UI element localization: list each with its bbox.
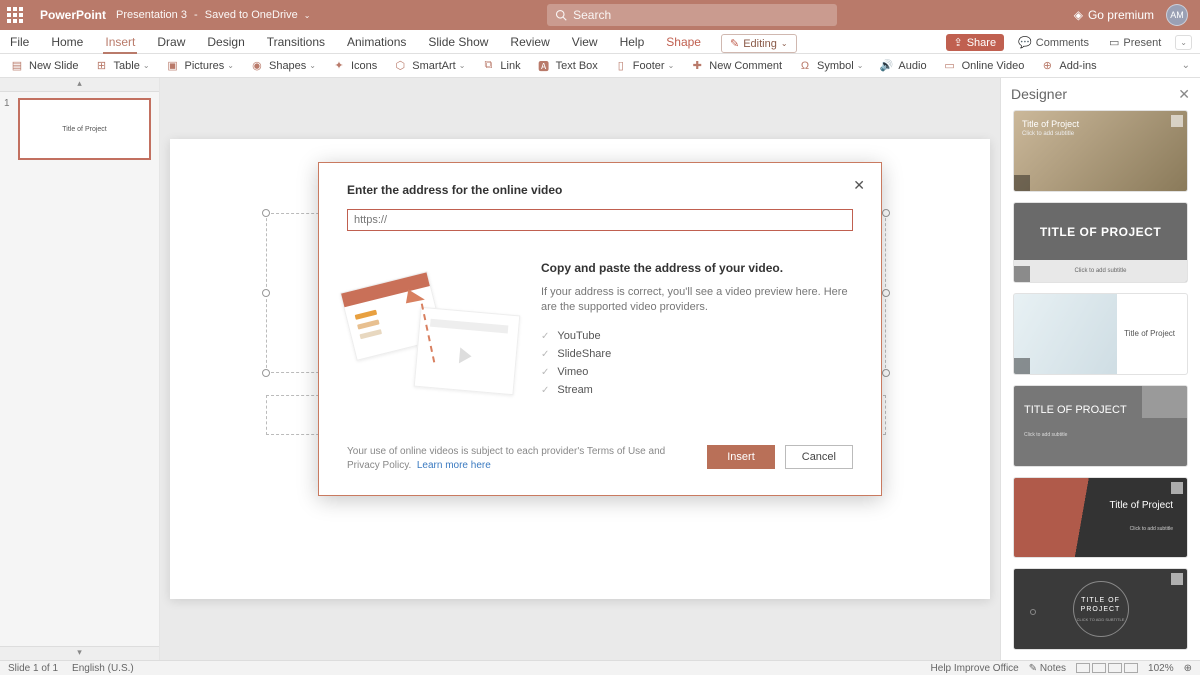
dialog-heading: Copy and paste the address of your video… xyxy=(541,261,853,275)
provider-vimeo: ✓Vimeo xyxy=(541,363,853,381)
provider-stream: ✓Stream xyxy=(541,381,853,399)
dialog-illustration xyxy=(347,261,517,411)
insert-button[interactable]: Insert xyxy=(707,445,775,469)
cancel-button[interactable]: Cancel xyxy=(785,445,853,469)
learn-more-link[interactable]: Learn more here xyxy=(417,460,491,471)
check-icon: ✓ xyxy=(541,385,549,396)
provider-youtube: ✓YouTube xyxy=(541,327,853,345)
online-video-dialog: ✕ Enter the address for the online video… xyxy=(318,162,882,496)
provider-slideshare: ✓SlideShare xyxy=(541,345,853,363)
dialog-overlay: ✕ Enter the address for the online video… xyxy=(0,0,1200,675)
check-icon: ✓ xyxy=(541,349,549,360)
close-icon[interactable]: ✕ xyxy=(853,177,865,194)
legal-text: Your use of online videos is subject to … xyxy=(347,445,687,473)
check-icon: ✓ xyxy=(541,331,549,342)
check-icon: ✓ xyxy=(541,367,549,378)
video-url-input[interactable] xyxy=(347,209,853,231)
dialog-description: If your address is correct, you'll see a… xyxy=(541,285,853,316)
dialog-title: Enter the address for the online video xyxy=(347,183,853,197)
